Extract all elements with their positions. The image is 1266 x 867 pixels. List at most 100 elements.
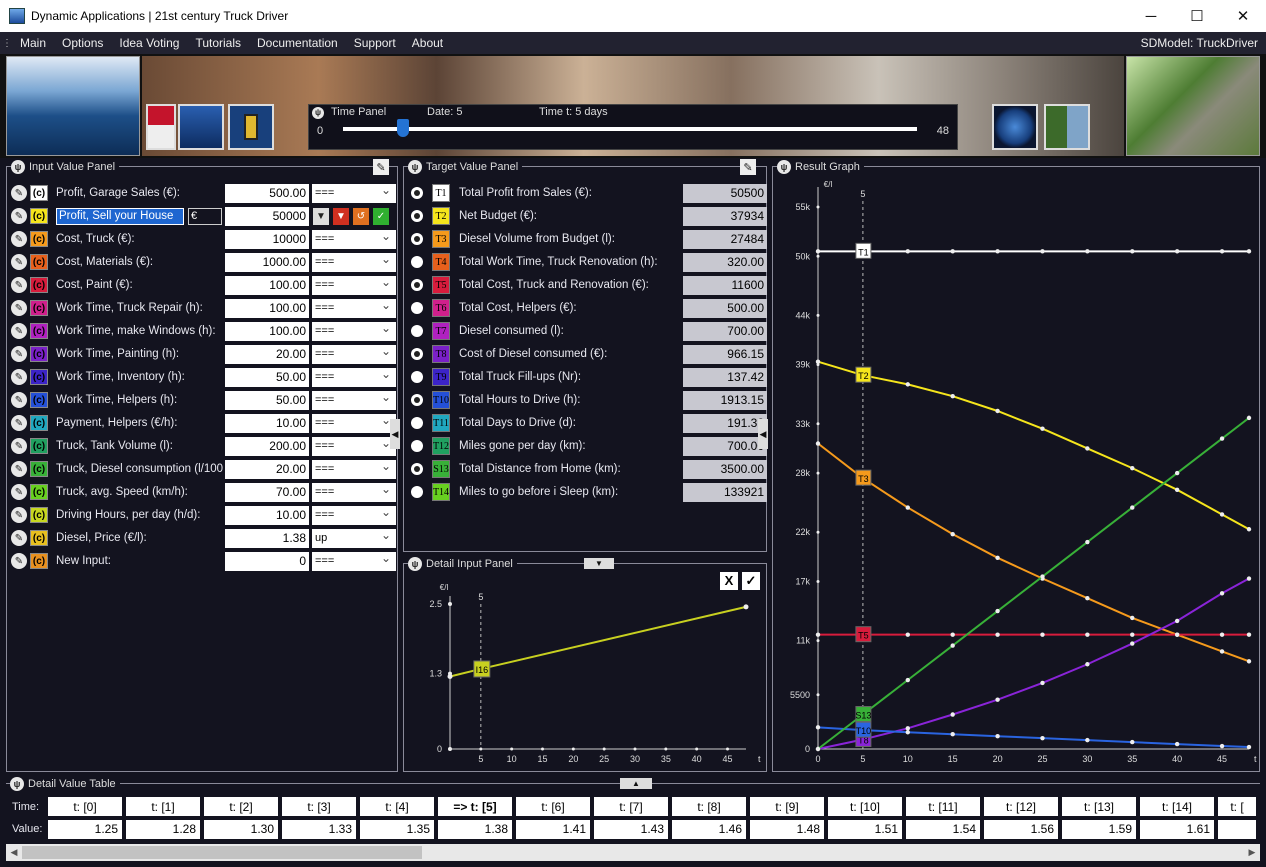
input-mode-select[interactable]: === bbox=[312, 457, 396, 479]
value-cell[interactable]: 1.59 bbox=[1062, 820, 1136, 839]
value-cell[interactable]: 1.61 bbox=[1140, 820, 1214, 839]
input-value-field[interactable]: 1.38 bbox=[225, 528, 309, 548]
edit-pencil-icon[interactable]: ✎ bbox=[11, 461, 27, 477]
door-thumbnail[interactable] bbox=[228, 104, 274, 150]
input-mode-select[interactable]: === bbox=[312, 503, 396, 525]
input-value-field[interactable]: 10.00 bbox=[225, 505, 309, 525]
input-mode-select[interactable]: === bbox=[312, 319, 396, 341]
edit-pencil-icon[interactable]: ✎ bbox=[11, 507, 27, 523]
graph-toggle-radio[interactable] bbox=[411, 279, 423, 291]
edit-pencil-icon[interactable]: ✎ bbox=[11, 438, 27, 454]
edit-pencil-icon[interactable]: ✎ bbox=[11, 185, 27, 201]
value-cell[interactable]: 1.51 bbox=[828, 820, 902, 839]
delete-icon[interactable]: ▼ bbox=[333, 207, 349, 225]
graph-toggle-radio[interactable] bbox=[411, 463, 423, 475]
value-cell[interactable]: 1.56 bbox=[984, 820, 1058, 839]
input-mode-select[interactable]: === bbox=[312, 365, 396, 387]
input-mode-select[interactable]: === bbox=[312, 273, 396, 295]
collapse-left-arrow-icon-2[interactable]: ◀ bbox=[758, 419, 768, 449]
input-mode-select[interactable]: === bbox=[312, 480, 396, 502]
graph-toggle-radio[interactable] bbox=[411, 371, 423, 383]
edit-pencil-icon[interactable]: ✎ bbox=[11, 277, 27, 293]
time-cell[interactable]: t: [0] bbox=[48, 797, 122, 816]
table-horizontal-scrollbar[interactable]: ◀ ▶ bbox=[6, 844, 1260, 861]
time-cell[interactable]: t: [8] bbox=[672, 797, 746, 816]
edit-pencil-icon[interactable]: ✎ bbox=[11, 346, 27, 362]
time-slider-thumb[interactable] bbox=[396, 119, 409, 137]
edit-unit-field[interactable]: € bbox=[188, 207, 222, 225]
value-cell[interactable] bbox=[1218, 820, 1256, 839]
graph-toggle-radio[interactable] bbox=[411, 210, 423, 222]
value-cell[interactable]: 1.38 bbox=[438, 820, 512, 839]
time-cell[interactable]: t: [9] bbox=[750, 797, 824, 816]
input-mode-select[interactable]: === bbox=[312, 549, 396, 571]
edit-pencil-icon[interactable]: ✎ bbox=[11, 392, 27, 408]
input-mode-select[interactable]: === bbox=[312, 342, 396, 364]
edit-pencil-icon[interactable]: ✎ bbox=[11, 530, 27, 546]
edit-pencil-icon[interactable]: ✎ bbox=[11, 300, 27, 316]
input-mode-select[interactable]: up bbox=[312, 526, 396, 548]
collapse-left-arrow-icon[interactable]: ◀ bbox=[390, 419, 400, 449]
input-value-field[interactable]: 50.00 bbox=[225, 390, 309, 410]
input-value-field[interactable]: 70.00 bbox=[225, 482, 309, 502]
graph-toggle-radio[interactable] bbox=[411, 325, 423, 337]
input-value-field[interactable]: 20.00 bbox=[225, 344, 309, 364]
value-cell[interactable]: 1.43 bbox=[594, 820, 668, 839]
earth-thumbnail[interactable] bbox=[992, 104, 1038, 150]
result-graph-chart[interactable]: €/l 5 55k 50k 44k 39k 33k 28k 22k 17k 11k 5500 00 5 10… bbox=[773, 167, 1259, 771]
edit-pencil-icon[interactable]: ✎ bbox=[11, 369, 27, 385]
time-cell[interactable]: t: [13] bbox=[1062, 797, 1136, 816]
edit-label-field[interactable]: Profit, Sell your House bbox=[56, 207, 184, 225]
close-button[interactable]: ✕ bbox=[1220, 0, 1266, 32]
table-expand-up-icon[interactable]: ▲ bbox=[620, 778, 652, 789]
value-cell[interactable]: 1.48 bbox=[750, 820, 824, 839]
menu-options[interactable]: Options bbox=[54, 36, 111, 50]
menu-about[interactable]: About bbox=[404, 36, 451, 50]
input-panel-edit-icon[interactable]: ✎ bbox=[373, 159, 389, 175]
input-value-field[interactable]: 100.00 bbox=[225, 321, 309, 341]
graph-toggle-radio[interactable] bbox=[411, 256, 423, 268]
time-cell[interactable]: t: [6] bbox=[516, 797, 590, 816]
input-value-field[interactable]: 0 bbox=[225, 551, 309, 571]
menu-support[interactable]: Support bbox=[346, 36, 404, 50]
time-cell[interactable]: => t: [5] bbox=[438, 797, 512, 816]
input-mode-select[interactable]: === bbox=[312, 250, 396, 272]
value-cell[interactable]: 1.28 bbox=[126, 820, 200, 839]
value-cell[interactable]: 1.33 bbox=[282, 820, 356, 839]
time-cell[interactable]: t: [10] bbox=[828, 797, 902, 816]
edit-pencil-icon[interactable]: ✎ bbox=[11, 323, 27, 339]
graph-toggle-radio[interactable] bbox=[411, 348, 423, 360]
edit-pencil-icon[interactable]: ✎ bbox=[11, 231, 27, 247]
time-cell[interactable]: t: [12] bbox=[984, 797, 1058, 816]
menu-documentation[interactable]: Documentation bbox=[249, 36, 346, 50]
graph-toggle-radio[interactable] bbox=[411, 417, 423, 429]
input-value-field[interactable]: 500.00 bbox=[225, 183, 309, 203]
value-cell[interactable]: 1.35 bbox=[360, 820, 434, 839]
maximize-button[interactable]: ☐ bbox=[1174, 0, 1220, 32]
input-value-field[interactable]: 100.00 bbox=[225, 275, 309, 295]
graph-toggle-radio[interactable] bbox=[411, 302, 423, 314]
scrollbar-thumb[interactable] bbox=[22, 846, 422, 859]
input-mode-select[interactable]: === bbox=[312, 388, 396, 410]
time-cell[interactable]: t: [1] bbox=[126, 797, 200, 816]
input-value-field[interactable]: 50.00 bbox=[225, 367, 309, 387]
sea-thumbnail[interactable] bbox=[178, 104, 224, 150]
edit-pencil-icon[interactable]: ✎ bbox=[11, 484, 27, 500]
input-mode-select[interactable]: === bbox=[312, 181, 396, 203]
detail-input-chart[interactable]: €/l 5 2.5 1.3 0 5 10 15 20 25 30 35 40 45 t I16 bbox=[404, 564, 766, 771]
value-cell[interactable]: 1.41 bbox=[516, 820, 590, 839]
time-cell[interactable]: t: [4] bbox=[360, 797, 434, 816]
time-cell[interactable]: t: [ bbox=[1218, 797, 1256, 816]
value-cell[interactable]: 1.25 bbox=[48, 820, 122, 839]
input-value-field[interactable]: 10000 bbox=[225, 229, 309, 249]
scroll-right-arrow-icon[interactable]: ▶ bbox=[1244, 844, 1260, 861]
menu-idea-voting[interactable]: Idea Voting bbox=[111, 36, 187, 50]
time-cell[interactable]: t: [14] bbox=[1140, 797, 1214, 816]
input-value-field[interactable]: 20.00 bbox=[225, 459, 309, 479]
value-cell[interactable]: 1.54 bbox=[906, 820, 980, 839]
collage-thumbnail[interactable] bbox=[1044, 104, 1090, 150]
undo-icon[interactable]: ↺ bbox=[353, 207, 369, 225]
input-value-field[interactable]: 50000 bbox=[225, 206, 309, 226]
time-cell[interactable]: t: [2] bbox=[204, 797, 278, 816]
dropdown-arrow-icon[interactable]: ▼ bbox=[313, 207, 329, 225]
